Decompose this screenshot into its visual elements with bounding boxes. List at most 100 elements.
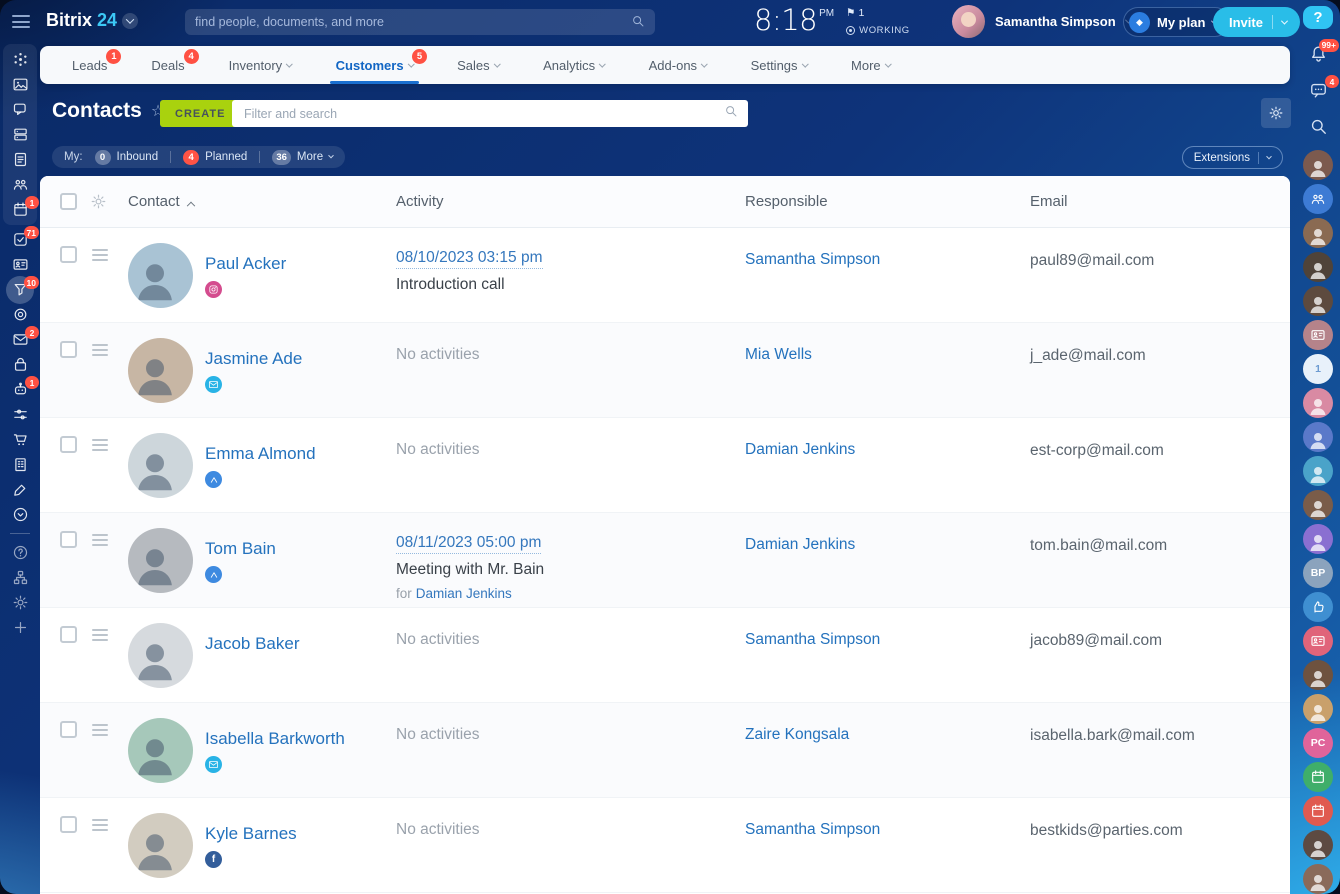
contact-avatar[interactable] (128, 718, 193, 783)
chat-bp[interactable]: BP (1303, 558, 1333, 588)
notifications-bell-icon[interactable]: 99+ (1303, 43, 1333, 66)
messenger-search-icon[interactable] (1303, 116, 1333, 139)
sidebar-item-structure[interactable] (3, 565, 37, 590)
invite-button[interactable]: Invite (1213, 7, 1300, 37)
contact-avatar[interactable] (128, 528, 193, 593)
contact-name-link[interactable]: Tom Bain (205, 539, 276, 559)
drag-handle-icon[interactable] (92, 534, 108, 546)
nav-item-inventory[interactable]: Inventory (223, 46, 298, 84)
contact-avatar[interactable] (128, 243, 193, 308)
counter-chip-more[interactable]: 36More (272, 150, 333, 165)
sidebar-item-feed[interactable] (3, 47, 37, 72)
activity-date-link[interactable]: 08/11/2023 05:00 pm (396, 534, 541, 554)
chat-user-12[interactable] (1303, 830, 1333, 860)
column-header-contact[interactable]: Contact (128, 193, 194, 210)
contact-name-link[interactable]: Paul Acker (205, 254, 286, 274)
sidebar-item-calendar[interactable]: 1 (3, 197, 37, 222)
contact-name-link[interactable]: Emma Almond (205, 444, 316, 464)
responsible-link[interactable]: Samantha Simpson (745, 821, 880, 839)
chat-user-8[interactable] (1303, 490, 1333, 520)
contact-avatar[interactable] (128, 623, 193, 688)
drag-handle-icon[interactable] (92, 819, 108, 831)
sidebar-item-store[interactable] (3, 427, 37, 452)
nav-item-analytics[interactable]: Analytics (537, 46, 611, 84)
select-all-checkbox[interactable] (60, 193, 77, 210)
user-menu[interactable]: Samantha Simpson (952, 5, 1131, 38)
drag-handle-icon[interactable] (92, 724, 108, 736)
clock-widget[interactable]: 8:18 PM ⚑1 WORKING (754, 3, 910, 37)
chat-user-11[interactable] (1303, 694, 1333, 724)
drag-handle-icon[interactable] (92, 439, 108, 451)
sidebar-item-tasks[interactable]: 71 (3, 227, 37, 252)
chat-user-7[interactable] (1303, 456, 1333, 486)
global-search-input[interactable]: find people, documents, and more (185, 9, 655, 35)
filter-search-input[interactable] (242, 106, 724, 122)
responsible-link[interactable]: Zaire Kongsala (745, 726, 849, 744)
counter-chip-planned[interactable]: 4Planned (183, 150, 247, 165)
copilot-chat-icon[interactable]: 4 (1303, 79, 1333, 102)
contact-name-link[interactable]: Jasmine Ade (205, 349, 302, 369)
row-checkbox[interactable] (60, 721, 77, 738)
chat-user-2[interactable] (1303, 218, 1333, 248)
grid-settings-button[interactable] (1261, 98, 1291, 128)
chat-user-3[interactable] (1303, 252, 1333, 282)
extensions-button[interactable]: Extensions (1182, 146, 1283, 169)
bitrix24-logo[interactable]: Bitrix24 (46, 10, 138, 31)
row-checkbox[interactable] (60, 246, 77, 263)
create-button[interactable]: CREATE (160, 100, 240, 127)
drag-handle-icon[interactable] (92, 249, 108, 261)
row-checkbox[interactable] (60, 816, 77, 833)
drag-handle-icon[interactable] (92, 629, 108, 641)
sidebar-item-sites[interactable] (3, 352, 37, 377)
sidebar-item-add[interactable] (3, 615, 37, 640)
chat-user-13[interactable] (1303, 864, 1333, 894)
chat-user-4[interactable] (1303, 286, 1333, 316)
sidebar-item-collapse[interactable] (3, 502, 37, 527)
sidebar-item-marketing[interactable] (3, 302, 37, 327)
sidebar-item-crm[interactable]: 10 (3, 277, 37, 302)
contact-avatar[interactable] (128, 338, 193, 403)
row-checkbox[interactable] (60, 436, 77, 453)
sidebar-item-help[interactable] (3, 540, 37, 565)
sidebar-item-automation[interactable] (3, 402, 37, 427)
nav-item-leads[interactable]: Leads1 (66, 46, 113, 84)
sidebar-item-e-signature[interactable] (3, 477, 37, 502)
chat-user-1[interactable] (1303, 150, 1333, 180)
responsible-link[interactable]: Samantha Simpson (745, 251, 880, 269)
counter-chip-inbound[interactable]: 0Inbound (95, 150, 159, 165)
nav-item-more[interactable]: More (845, 46, 896, 84)
sidebar-item-settings[interactable] (3, 590, 37, 615)
activity-for-link[interactable]: Damian Jenkins (416, 586, 512, 601)
chat-pc[interactable]: PC (1303, 728, 1333, 758)
likes-channel[interactable] (1303, 592, 1333, 622)
nav-item-deals[interactable]: Deals4 (145, 46, 190, 84)
help-button[interactable]: ? (1303, 6, 1333, 29)
sidebar-item-mail[interactable]: 2 (3, 327, 37, 352)
responsible-link[interactable]: Damian Jenkins (745, 536, 855, 554)
chat-user-9[interactable] (1303, 524, 1333, 554)
contact-avatar[interactable] (128, 433, 193, 498)
events-green[interactable] (1303, 762, 1333, 792)
chat-user-6[interactable] (1303, 422, 1333, 452)
column-settings-gear-icon[interactable] (90, 193, 107, 215)
responsible-link[interactable]: Samantha Simpson (745, 631, 880, 649)
menu-hamburger-icon[interactable] (12, 15, 30, 28)
nav-item-customers[interactable]: Customers5 (330, 46, 419, 84)
column-header-email[interactable]: Email (1030, 193, 1068, 210)
chat-user-10[interactable] (1303, 660, 1333, 690)
contacts-channel[interactable] (1303, 320, 1333, 350)
sidebar-item-copilot[interactable]: 1 (3, 377, 37, 402)
hr-channel[interactable] (1303, 626, 1333, 656)
filter-search-box[interactable] (232, 100, 748, 127)
drag-handle-icon[interactable] (92, 344, 108, 356)
nav-item-settings[interactable]: Settings (745, 46, 813, 84)
nav-item-sales[interactable]: Sales (451, 46, 505, 84)
flag-counter[interactable]: ⚑1 (846, 7, 910, 19)
group-chat[interactable] (1303, 184, 1333, 214)
contact-name-link[interactable]: Isabella Barkworth (205, 729, 345, 749)
anniversary-chat[interactable]: 1 (1303, 354, 1333, 384)
events-red[interactable] (1303, 796, 1333, 826)
nav-item-add-ons[interactable]: Add-ons (643, 46, 713, 84)
sidebar-item-company[interactable] (3, 452, 37, 477)
activity-date-link[interactable]: 08/10/2023 03:15 pm (396, 249, 543, 269)
